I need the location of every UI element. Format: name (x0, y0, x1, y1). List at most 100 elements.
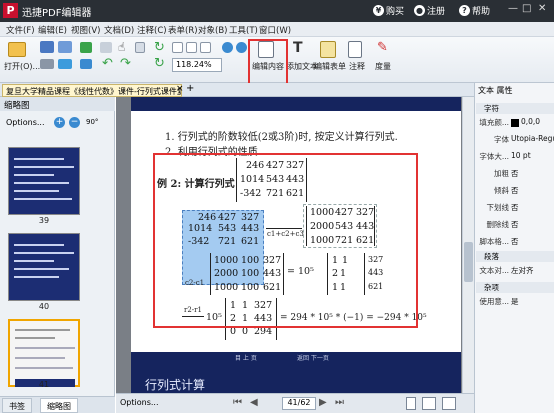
tab-close-icon[interactable]: × (176, 84, 184, 94)
menu-window[interactable]: 窗口(W) (259, 24, 291, 36)
app-title: 迅捷PDF编辑器 (22, 8, 92, 19)
comment-icon[interactable] (348, 41, 362, 58)
measure-label[interactable]: 度量 (375, 61, 391, 72)
hand-icon[interactable]: ☝ (118, 40, 125, 54)
facing-view-icon[interactable] (442, 397, 456, 410)
rotate-icon[interactable]: ↻ (154, 40, 165, 55)
maximize-button[interactable]: □ (522, 3, 531, 14)
thumb-zoom-in-icon[interactable]: + (54, 117, 65, 128)
section-character[interactable]: 字符 (476, 103, 554, 114)
minimize-button[interactable]: — (508, 3, 518, 14)
text-line-1[interactable]: 1. 行列式的阶数较低(2或3阶)时, 按定义计算行列式. (165, 128, 398, 143)
page-top-band (131, 97, 461, 111)
next-page-icon[interactable]: ▶ (319, 397, 327, 408)
new-tab-icon[interactable]: + (186, 83, 194, 94)
thumbnail-page-39[interactable] (8, 147, 80, 215)
menu-tools[interactable]: 工具(T) (229, 24, 258, 36)
prop-alignment[interactable]: 文本对... 左对齐 (477, 265, 554, 278)
folder-open-icon[interactable] (8, 42, 26, 57)
menu-form[interactable]: 表单(R) (168, 24, 198, 36)
status-options[interactable]: Options... (120, 398, 159, 407)
edit-form-label[interactable]: 编辑表单 (314, 61, 346, 72)
cart-icon: ¥ (373, 5, 384, 16)
section-misc[interactable]: 杂项 (476, 282, 554, 293)
thumbnail-tools: Options... + − 90° (0, 113, 115, 135)
clipboard-icon[interactable] (100, 42, 112, 53)
properties-panel: 文本 属性 字符 填充颜...0,0,0 字体Utopia-Regu... 字体… (474, 83, 554, 413)
thumbnail-panel: 缩略图 Options... + − 90° 39 40 41 (0, 97, 115, 399)
thumb-zoom-out-icon[interactable]: − (69, 117, 80, 128)
tab-bookmarks[interactable]: 书签 (2, 398, 32, 413)
status-bar: Options... ⏮ ◀ 41/62 ▶ ⏭ (116, 393, 474, 413)
page-number-input[interactable]: 41/62 (282, 397, 316, 410)
undo-icon[interactable]: ↶ (102, 56, 113, 71)
measure-icon[interactable]: ✎ (377, 40, 388, 55)
thumbnail-number: 40 (38, 302, 50, 311)
zoom-out-icon[interactable] (236, 42, 247, 53)
slide-footer-left[interactable]: 目 上 页 (235, 353, 257, 362)
comment-label[interactable]: 注释 (349, 61, 365, 72)
select-icon[interactable] (135, 42, 145, 53)
continuous-view-icon[interactable] (422, 397, 436, 410)
add-text-icon[interactable]: T (293, 40, 303, 56)
properties-title: 文本 属性 (478, 86, 513, 95)
menu-file[interactable]: 文件(F) (6, 24, 35, 36)
menu-object[interactable]: 对象(B) (198, 24, 227, 36)
next-slide-title[interactable]: 行列式计算 (145, 376, 205, 393)
open-label[interactable]: 打开(O)... (4, 61, 40, 72)
menu-edit[interactable]: 编辑(E) (38, 24, 67, 36)
zoom-in-icon[interactable] (222, 42, 233, 53)
help-button[interactable]: ? 帮助 (459, 4, 490, 17)
edit-form-icon[interactable] (320, 41, 336, 58)
annotation-highlight-box (153, 153, 418, 328)
title-bar: P 迅捷PDF编辑器 ¥ 购买 ● 注册 ? 帮助 — □ ✕ (0, 0, 554, 22)
prop-font[interactable]: 字体Utopia-Regu... (477, 134, 554, 147)
menu-document[interactable]: 文档(D) (104, 24, 134, 36)
prop-use-intent[interactable]: 使用意... 是 (477, 296, 554, 309)
email-icon[interactable] (58, 59, 72, 69)
print-icon[interactable] (40, 59, 54, 69)
thumbnail-number: 39 (38, 216, 50, 225)
thumbnail-options[interactable]: Options... (6, 118, 45, 127)
actual-size-icon[interactable] (172, 42, 183, 53)
app-logo: P (3, 3, 18, 18)
fit-page-icon[interactable] (186, 42, 197, 53)
last-page-icon[interactable]: ⏭ (335, 397, 344, 408)
buy-button[interactable]: ¥ 购买 (373, 4, 404, 17)
prop-bold[interactable]: 加粗否 (477, 168, 554, 181)
zoom-select[interactable]: 118.24% (172, 58, 222, 72)
slide-footer-right[interactable]: 返回 下一页 (297, 353, 329, 362)
prop-italic[interactable]: 倾斜否 (477, 185, 554, 198)
menu-view[interactable]: 视图(V) (71, 24, 100, 36)
register-button[interactable]: ● 注册 (414, 4, 445, 17)
import-icon[interactable] (80, 59, 92, 69)
refresh-icon[interactable]: ↻ (154, 56, 165, 71)
prop-underline[interactable]: 下划线否 (477, 202, 554, 215)
menu-comment[interactable]: 注释(C) (137, 24, 167, 36)
tab-thumbnails[interactable]: 缩略图 (40, 398, 78, 413)
prop-script[interactable]: 脚本格... 否 (477, 236, 554, 249)
thumbnail-page-41[interactable] (8, 319, 80, 387)
help-icon: ? (459, 5, 470, 16)
scroll-thumb[interactable] (464, 242, 473, 282)
single-page-view-icon[interactable] (406, 397, 416, 410)
thumbnail-page-40[interactable] (8, 233, 80, 301)
save-as-icon[interactable] (58, 41, 72, 53)
first-page-icon[interactable]: ⏮ (233, 397, 242, 408)
prev-page-icon[interactable]: ◀ (250, 397, 258, 408)
section-paragraph[interactable]: 段落 (476, 251, 554, 262)
prop-strikethrough[interactable]: 删除线否 (477, 219, 554, 232)
thumbnail-panel-title: 缩略图 (0, 97, 115, 111)
document-tab[interactable]: 复旦大学精品课程《线性代数》课件-行列式课件复习.* (2, 84, 182, 97)
menu-bar: 文件(F) 编辑(E) 视图(V) 文档(D) 注释(C) 表单(R) 对象(B… (0, 22, 554, 37)
save-icon[interactable] (40, 41, 54, 53)
prop-fill-color[interactable]: 填充颜... 0,0,0 (477, 117, 554, 130)
redo-icon[interactable]: ↷ (120, 56, 131, 71)
fit-width-icon[interactable] (200, 42, 211, 53)
user-icon: ● (414, 5, 425, 16)
prop-font-size[interactable]: 字体大... 10 pt (477, 151, 554, 164)
vertical-scrollbar[interactable] (462, 97, 474, 393)
rotate-thumb-button[interactable]: 90° (86, 118, 98, 126)
scan-icon[interactable] (80, 42, 92, 53)
close-button[interactable]: ✕ (538, 3, 546, 14)
